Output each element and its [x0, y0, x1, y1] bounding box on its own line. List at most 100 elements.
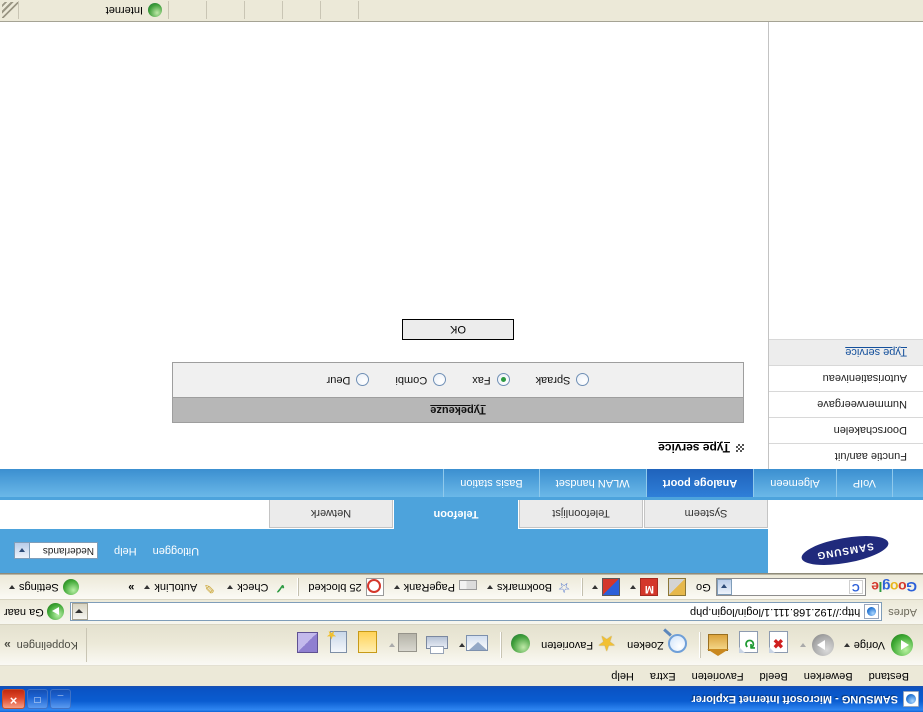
forward-dropdown-icon[interactable]: [799, 643, 806, 647]
sidebar-item-doorschakelen[interactable]: Doorschakelen: [769, 417, 923, 443]
sidebar-item-functie-aan-uit[interactable]: Functie aan/uit: [769, 443, 923, 469]
google-popup-blocker[interactable]: 25 blocked: [303, 578, 388, 596]
subnav-algemeen[interactable]: Algemeen: [753, 469, 836, 497]
toolbar-overflow-icon[interactable]: »: [4, 638, 11, 652]
google-search-dropdown-icon[interactable]: [716, 579, 732, 595]
tab-telefoonlijst[interactable]: Telefoonlijst: [519, 500, 643, 528]
menu-item-favorieten[interactable]: Favorieten: [684, 668, 752, 684]
check-dropdown-icon[interactable]: [227, 585, 234, 589]
menu-item-help[interactable]: Help: [603, 668, 642, 684]
mail-dropdown-icon[interactable]: [459, 643, 466, 647]
resize-grip[interactable]: [2, 2, 18, 19]
page-favicon-icon: [864, 604, 880, 620]
favorites-label: Favorieten: [541, 639, 594, 651]
toolbar-separator-1: [698, 632, 701, 658]
back-button[interactable]: Vorige: [840, 628, 919, 662]
header-actions: Uitloggen Help Nederlands: [0, 542, 199, 560]
stop-button[interactable]: ✖: [766, 628, 796, 662]
google-gmail-button[interactable]: [625, 578, 663, 596]
google-highlight-button[interactable]: [663, 578, 691, 596]
status-cell-5: [168, 1, 206, 20]
radio-option-spraak[interactable]: Spraak: [535, 373, 590, 387]
sidebar-item-type-service[interactable]: Type service: [769, 339, 923, 365]
research-button[interactable]: [295, 628, 325, 662]
discuss-button[interactable]: [355, 628, 385, 662]
maximize-icon: □: [34, 694, 41, 705]
search-button[interactable]: Zoeken: [623, 628, 694, 662]
help-link[interactable]: Help: [114, 545, 137, 557]
links-label: Koppelingen: [16, 639, 78, 651]
favorites-button[interactable]: ★ Favorieten: [537, 628, 623, 662]
google-autolink-button[interactable]: ✎ AutoLink: [139, 579, 222, 596]
bookmarks-star-icon: ☆: [557, 580, 571, 596]
radio-spraak-icon[interactable]: [576, 373, 590, 387]
radio-deur-icon[interactable]: [356, 373, 370, 387]
go-button[interactable]: Ga naar: [4, 603, 64, 621]
google-overflow-button[interactable]: »: [123, 581, 139, 593]
maximize-button[interactable]: □: [27, 689, 48, 709]
menu-item-bestand[interactable]: Bestand: [861, 668, 917, 684]
google-bookmarks-button[interactable]: ☆ Bookmarks: [482, 579, 577, 596]
sub-navigation: VoIP Algemeen Analoge poort WLAN handset…: [0, 469, 923, 497]
logout-link[interactable]: Uitloggen: [153, 545, 199, 557]
menu-item-extra[interactable]: Extra: [642, 668, 684, 684]
tab-systeem[interactable]: Systeem: [644, 500, 768, 528]
minimize-button[interactable]: _: [50, 689, 71, 709]
radio-option-combi[interactable]: Combi: [395, 373, 447, 387]
pagerank-dropdown-icon[interactable]: [393, 585, 400, 589]
radio-combi-label: Combi: [395, 374, 428, 386]
forward-button[interactable]: [796, 628, 840, 662]
subnav-wlan-handset[interactable]: WLAN handset: [538, 469, 646, 497]
radio-option-fax[interactable]: Fax: [472, 373, 510, 387]
bookmarks-label: Bookmarks: [497, 581, 553, 593]
google-pagerank[interactable]: PageRank: [389, 580, 482, 594]
refresh-button[interactable]: ↻: [736, 628, 766, 662]
language-select[interactable]: Nederlands: [14, 542, 98, 560]
print-button[interactable]: [425, 628, 455, 662]
tab-netwerk[interactable]: Netwerk: [269, 500, 393, 528]
messenger-button[interactable]: [325, 628, 355, 662]
address-dropdown-icon[interactable]: [71, 603, 88, 621]
links-bar[interactable]: Koppelingen »: [0, 628, 87, 662]
radio-combi-icon[interactable]: [433, 373, 447, 387]
minimize-icon: _: [57, 694, 64, 705]
content-area: Functie aan/uit Doorschakelen Nummerweer…: [0, 22, 923, 469]
media-button[interactable]: [507, 628, 537, 662]
home-button[interactable]: [706, 628, 736, 662]
security-zone[interactable]: Internet: [18, 1, 168, 20]
edit-button[interactable]: [385, 628, 425, 662]
radio-fax-icon[interactable]: [496, 373, 510, 387]
google-search-input[interactable]: C: [715, 578, 866, 596]
subnav-voip[interactable]: VoIP: [835, 469, 893, 497]
subnav-analoge-poort[interactable]: Analoge poort: [645, 469, 754, 497]
status-cell-2: [282, 1, 320, 20]
research-book-icon: [297, 632, 321, 656]
bookmarks-dropdown-icon[interactable]: [487, 585, 494, 589]
google-go-button[interactable]: Go: [691, 581, 716, 593]
autolink-dropdown-icon[interactable]: [144, 585, 151, 589]
google-options-dropdown-icon[interactable]: [592, 585, 599, 589]
ok-button[interactable]: OK: [402, 319, 514, 340]
edit-dropdown-icon[interactable]: [389, 643, 396, 647]
google-settings-button[interactable]: Settings: [4, 579, 84, 595]
close-button[interactable]: ✕: [2, 689, 25, 709]
menu-item-beeld[interactable]: Beeld: [752, 668, 796, 684]
browser-window: SAMSUNG - Microsoft Internet Explorer _ …: [0, 0, 923, 712]
menu-item-bewerken[interactable]: Bewerken: [796, 668, 861, 684]
back-dropdown-icon[interactable]: [843, 643, 850, 647]
address-input[interactable]: http://192.168.111.1/login/login.php: [69, 602, 883, 622]
tab-telefoon[interactable]: Telefoon: [394, 500, 518, 530]
gmail-dropdown-icon[interactable]: [630, 585, 637, 589]
browser-toolbar: Vorige ✖ ↻ Zoeken ★ Favorieten ★ Koppeli…: [0, 624, 923, 665]
settings-label: Settings: [19, 581, 59, 593]
language-dropdown-icon[interactable]: [15, 543, 30, 559]
subnav-basis-station[interactable]: Basis station: [443, 469, 539, 497]
settings-dropdown-icon[interactable]: [9, 585, 15, 589]
mail-button[interactable]: [455, 628, 495, 662]
sidebar-item-autorisatieniveau[interactable]: Autorisatieniveau: [769, 365, 923, 391]
sidebar-item-nummerweergave[interactable]: Nummerweergave: [769, 391, 923, 417]
google-options-button[interactable]: [587, 578, 625, 596]
radio-option-deur[interactable]: Deur: [327, 373, 370, 387]
google-spellcheck-button[interactable]: ✓ Check: [222, 579, 293, 596]
radio-spraak-label: Spraak: [535, 374, 571, 386]
